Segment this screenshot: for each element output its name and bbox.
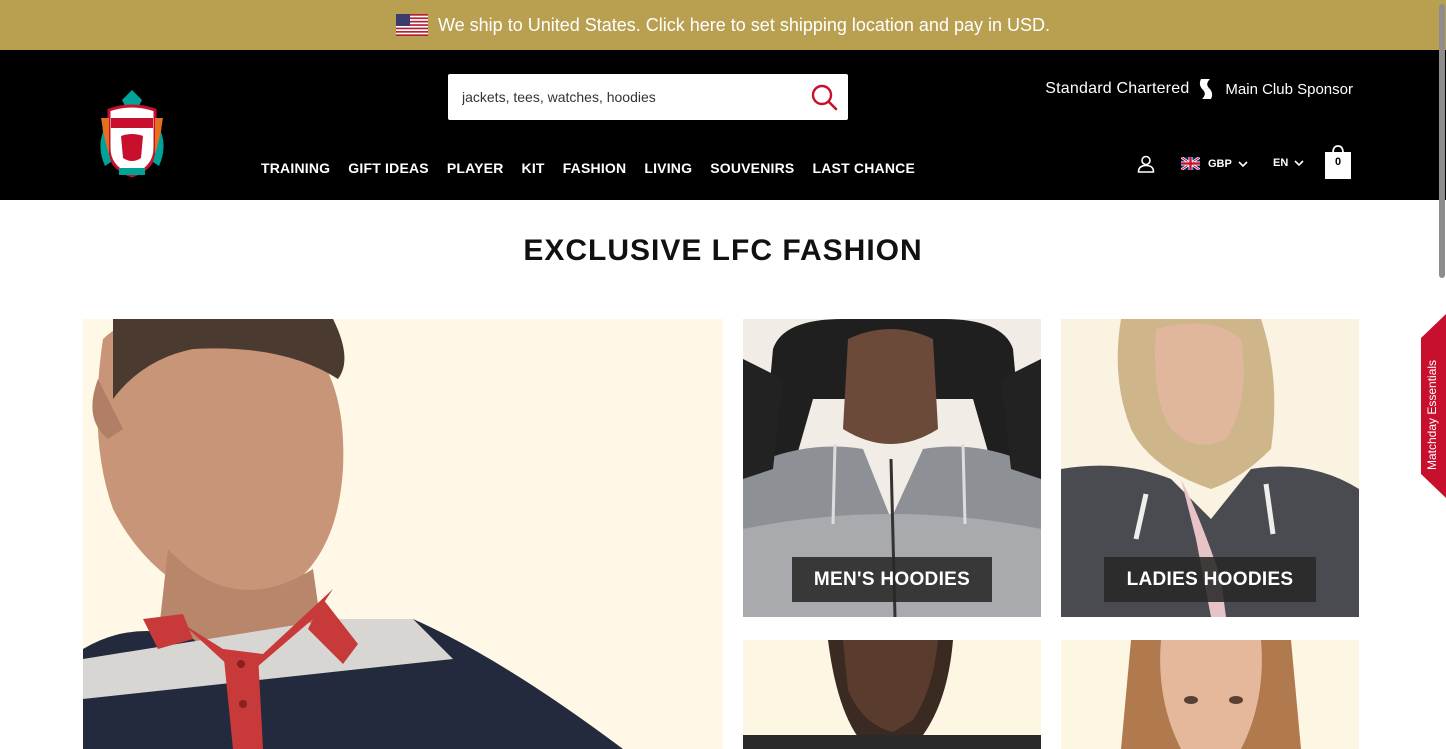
page-scrollbar[interactable] <box>1438 0 1446 749</box>
scrollbar-thumb[interactable] <box>1439 4 1445 278</box>
currency-selector[interactable]: GBP <box>1181 157 1248 170</box>
search-input[interactable] <box>462 74 802 120</box>
hero-fashion-tile[interactable] <box>83 319 723 749</box>
side-tab-label: Matchday Essentials <box>1425 359 1439 470</box>
bag-item-count: 0 <box>1334 156 1342 168</box>
main-navigation: TRAINING GIFT IDEAS PLAYER KIT FASHION L… <box>261 160 933 176</box>
hero-model-image <box>83 319 723 749</box>
language-selector[interactable]: EN <box>1273 157 1304 169</box>
account-icon[interactable] <box>1137 155 1155 173</box>
liverpool-crest-logo[interactable] <box>97 88 167 180</box>
nav-fashion[interactable]: FASHION <box>563 160 627 176</box>
shipping-location-bar[interactable]: We ship to United States. Click here to … <box>0 0 1446 50</box>
search-icon[interactable] <box>810 83 838 111</box>
search-box <box>448 74 848 120</box>
fashion-tile-4[interactable] <box>1061 640 1359 749</box>
uk-flag-icon <box>1181 157 1200 170</box>
shopping-bag-button[interactable]: 0 <box>1325 144 1351 179</box>
shipping-message[interactable]: We ship to United States. Click here to … <box>438 15 1050 36</box>
standard-chartered-icon <box>1200 79 1213 99</box>
male-model-image <box>743 640 1041 749</box>
chevron-down-icon <box>1294 160 1304 167</box>
mens-hoodies-tile[interactable]: MEN'S HOODIES <box>743 319 1041 617</box>
nav-last-chance[interactable]: LAST CHANCE <box>812 160 915 176</box>
tile-label: LADIES HOODIES <box>1104 557 1316 602</box>
nav-training[interactable]: TRAINING <box>261 160 330 176</box>
chevron-down-icon <box>1238 160 1248 167</box>
site-header: Standard Chartered Main Club Sponsor TRA… <box>0 50 1446 200</box>
sponsor-name: Standard Chartered <box>1045 80 1190 97</box>
us-flag-icon <box>396 14 428 36</box>
nav-living[interactable]: LIVING <box>644 160 692 176</box>
ladies-hoodies-tile[interactable]: LADIES HOODIES <box>1061 319 1359 617</box>
tile-label: MEN'S HOODIES <box>792 557 992 602</box>
nav-kit[interactable]: KIT <box>522 160 545 176</box>
language-label: EN <box>1273 157 1289 169</box>
fashion-tile-3[interactable] <box>743 640 1041 749</box>
sponsor-tagline: Main Club Sponsor <box>1225 80 1353 98</box>
nav-gift-ideas[interactable]: GIFT IDEAS <box>348 160 429 176</box>
nav-player[interactable]: PLAYER <box>447 160 504 176</box>
currency-label: GBP <box>1208 157 1232 170</box>
main-club-sponsor[interactable]: Standard Chartered Main Club Sponsor <box>1045 77 1353 101</box>
female-model-image <box>1061 640 1359 749</box>
nav-souvenirs[interactable]: SOUVENIRS <box>710 160 794 176</box>
page-title: EXCLUSIVE LFC FASHION <box>523 234 923 267</box>
